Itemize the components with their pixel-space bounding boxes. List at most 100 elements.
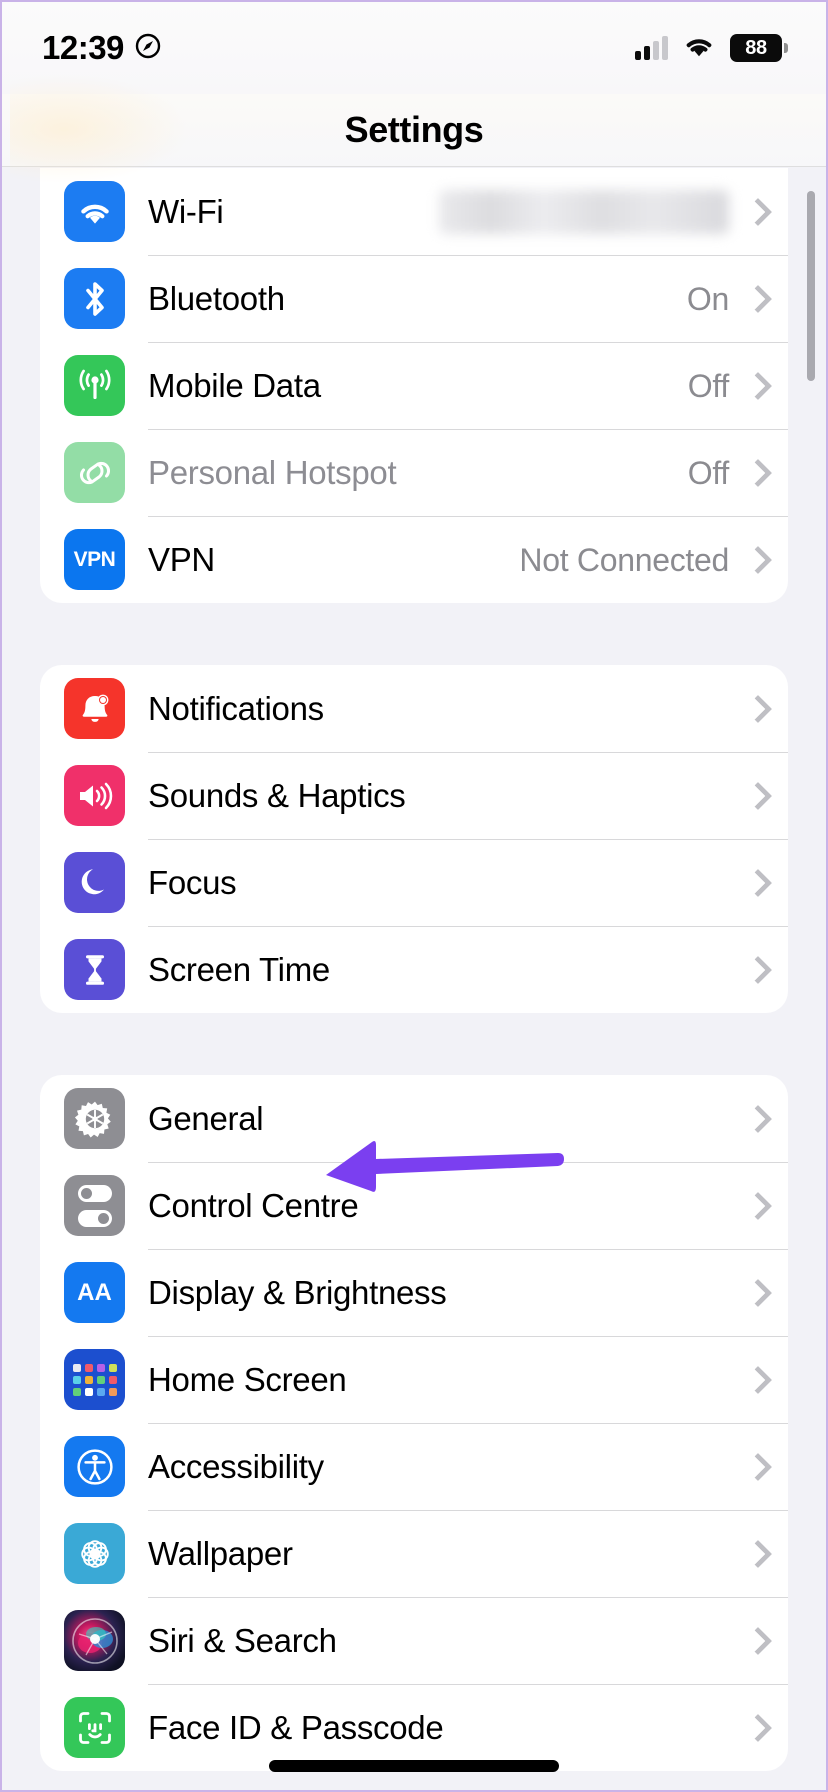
settings-row[interactable]: Accessibility (40, 1423, 788, 1510)
settings-row[interactable]: VPN VPN Not Connected (40, 516, 788, 603)
settings-row[interactable]: Control Centre (40, 1162, 788, 1249)
settings-row-accessory (747, 870, 762, 896)
settings-row-content: Accessibility (148, 1423, 788, 1510)
settings-row[interactable]: Siri & Search (40, 1597, 788, 1684)
status-bar-clock: 12:39 (42, 29, 124, 66)
chevron-right-icon (747, 957, 762, 983)
vertical-scrollbar[interactable] (807, 191, 815, 381)
location-services-icon (135, 33, 161, 64)
settings-row-accessory: Off (688, 368, 762, 405)
settings-row-content: Personal Hotspot Off (148, 429, 788, 516)
settings-row-accessory (747, 1454, 762, 1480)
settings-row-content: Notifications (148, 665, 788, 752)
gear-icon (64, 1088, 125, 1149)
bluetooth-icon (64, 268, 125, 329)
navigation-bar: Settings (2, 94, 826, 167)
vpn-icon: VPN (64, 529, 125, 590)
settings-row-value: Not Connected (519, 541, 729, 578)
chevron-right-icon (747, 547, 762, 573)
settings-row-accessory (439, 189, 762, 234)
chevron-right-icon (747, 1628, 762, 1654)
settings-row-accessory (747, 1193, 762, 1219)
settings-row-content: General (148, 1075, 788, 1162)
moon-icon (64, 852, 125, 913)
chevron-right-icon (747, 783, 762, 809)
display-brightness-icon: AA (64, 1262, 125, 1323)
mobile-data-icon (64, 355, 125, 416)
settings-row-label: VPN (148, 541, 215, 578)
settings-row-label: Bluetooth (148, 280, 285, 317)
wallpaper-flower-icon (64, 1523, 125, 1584)
settings-row-label: Display & Brightness (148, 1274, 447, 1311)
settings-row-label: General (148, 1099, 264, 1137)
settings-row-accessory (747, 957, 762, 983)
settings-row[interactable]: Face ID & Passcode (40, 1684, 788, 1771)
wifi-status-icon (682, 33, 716, 63)
settings-row-content: Display & Brightness (148, 1249, 788, 1336)
settings-row[interactable]: Personal Hotspot Off (40, 429, 788, 516)
cellular-signal-icon (635, 36, 668, 60)
settings-row-label: Face ID & Passcode (148, 1709, 444, 1746)
chevron-right-icon (747, 1541, 762, 1567)
settings-row[interactable]: Focus (40, 839, 788, 926)
chevron-right-icon (747, 696, 762, 722)
settings-row-label: Mobile Data (148, 367, 321, 404)
chevron-right-icon (747, 1715, 762, 1741)
settings-row[interactable]: Notifications (40, 665, 788, 752)
wifi-icon (64, 181, 125, 242)
home-screen-icon (64, 1349, 125, 1410)
chevron-right-icon (747, 199, 762, 225)
status-bar-left: 12:39 (42, 29, 161, 67)
settings-row-content: Control Centre (148, 1162, 788, 1249)
chevron-right-icon (747, 1454, 762, 1480)
control-centre-icon (64, 1175, 125, 1236)
settings-row[interactable]: Mobile Data Off (40, 342, 788, 429)
battery-percentage: 88 (745, 36, 767, 59)
settings-row[interactable]: Home Screen (40, 1336, 788, 1423)
settings-row-content: Wallpaper (148, 1510, 788, 1597)
settings-row-label: Sounds & Haptics (148, 777, 406, 814)
settings-row-value: Off (687, 367, 730, 404)
notifications-bell-icon (64, 678, 125, 739)
settings-row-label: Focus (148, 864, 237, 901)
settings-row-label: Siri & Search (148, 1622, 337, 1659)
settings-row[interactable]: Wallpaper (40, 1510, 788, 1597)
settings-row[interactable]: Screen Time (40, 926, 788, 1013)
settings-row-accessory (747, 1541, 762, 1567)
page-title: Settings (344, 109, 484, 150)
settings-row-accessory: On (687, 281, 762, 318)
settings-row-label: Personal Hotspot (148, 454, 397, 491)
settings-scroll-area[interactable]: Wi-Fi Bluetooth On Mobile Data Off Personal H… (2, 168, 826, 1790)
settings-row[interactable]: AA Display & Brightness (40, 1249, 788, 1336)
hourglass-icon (64, 939, 125, 1000)
settings-row-content: Bluetooth On (148, 255, 788, 342)
settings-row[interactable]: Bluetooth On (40, 255, 788, 342)
settings-row-accessory (747, 696, 762, 722)
status-bar-right: 88 (635, 33, 788, 63)
settings-row-label: Screen Time (148, 951, 330, 988)
settings-group-system: General Control Centre AA Display & Brightn… (40, 1075, 788, 1771)
settings-row-content: Mobile Data Off (148, 342, 788, 429)
chevron-right-icon (747, 373, 762, 399)
chevron-right-icon (747, 460, 762, 486)
settings-row-accessory: Not Connected (519, 542, 762, 579)
settings-row[interactable]: Sounds & Haptics (40, 752, 788, 839)
speaker-icon (64, 765, 125, 826)
home-indicator (269, 1760, 559, 1772)
settings-row-label: Notifications (148, 689, 324, 727)
settings-row-content: Sounds & Haptics (148, 752, 788, 839)
settings-row-content: Home Screen (148, 1336, 788, 1423)
settings-row-accessory (747, 1715, 762, 1741)
settings-row[interactable]: Wi-Fi (40, 168, 788, 255)
battery-indicator: 88 (730, 34, 788, 62)
settings-row-content: Siri & Search (148, 1597, 788, 1684)
settings-row-accessory (747, 1628, 762, 1654)
chevron-right-icon (747, 1106, 762, 1132)
settings-row[interactable]: General (40, 1075, 788, 1162)
settings-row-accessory: Off (688, 455, 762, 492)
settings-row-content: Focus (148, 839, 788, 926)
settings-row-value: On (686, 280, 729, 317)
chevron-right-icon (747, 1193, 762, 1219)
